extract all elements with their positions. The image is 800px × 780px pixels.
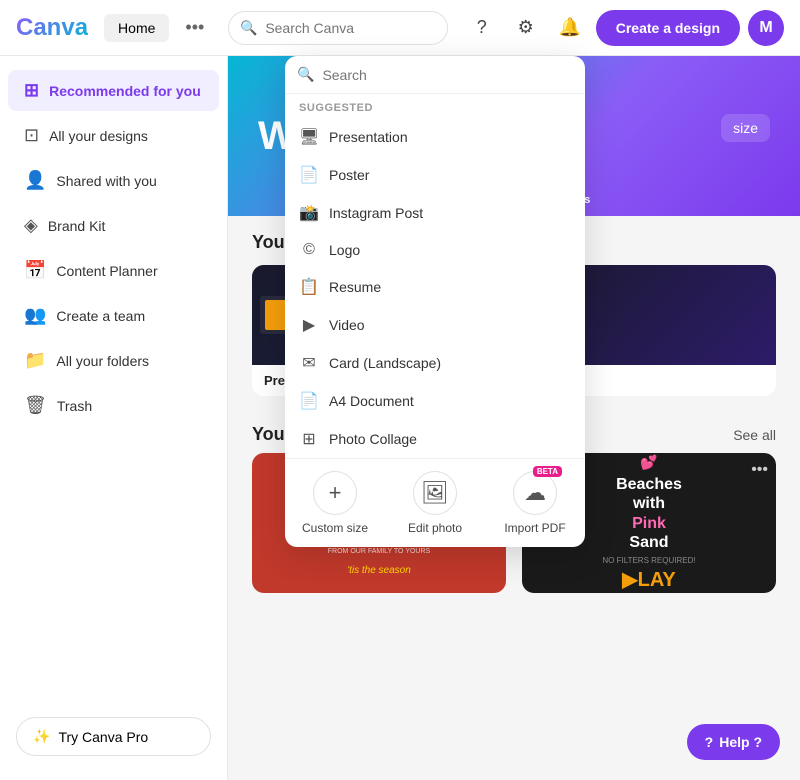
dropdown-search-icon: 🔍 bbox=[297, 66, 314, 83]
sidebar-item-trash[interactable]: 🗑 Trash bbox=[8, 385, 219, 426]
help-button[interactable]: ? Help ? bbox=[687, 724, 780, 760]
question-icon: ? bbox=[477, 17, 487, 38]
beta-badge: BETA bbox=[533, 466, 562, 477]
poster-icon: 📄 bbox=[299, 165, 319, 185]
sidebar-item-label: All your designs bbox=[49, 128, 148, 144]
a4-icon: 📄 bbox=[299, 391, 319, 411]
sidebar-item-recommended[interactable]: ⊞ Recommended for you bbox=[8, 70, 219, 111]
instagram-icon: 📸 bbox=[299, 203, 319, 223]
grid-icon: ⊡ bbox=[24, 125, 39, 146]
sidebar-item-label: Brand Kit bbox=[48, 218, 106, 234]
sidebar-item-label: Shared with you bbox=[56, 173, 156, 189]
sidebar-item-label: Trash bbox=[57, 398, 92, 414]
dropdown-item-a4[interactable]: 📄 A4 Document bbox=[285, 382, 585, 420]
try-pro-button[interactable]: ✨ Try Canva Pro bbox=[16, 717, 211, 756]
import-pdf-icon: ☁ BETA bbox=[513, 471, 557, 515]
logo-text: Canva bbox=[16, 14, 88, 42]
video-icon: ▶ bbox=[299, 315, 319, 335]
dropdown-item-label: Instagram Post bbox=[329, 205, 423, 221]
dropdown-item-presentation[interactable]: 🖥 Presentation bbox=[285, 118, 585, 156]
size-label: size bbox=[733, 120, 758, 136]
create-design-button[interactable]: Create a design bbox=[596, 10, 740, 46]
logo-icon: © bbox=[299, 241, 319, 259]
sidebar-item-label: All your folders bbox=[56, 353, 149, 369]
custom-size-icon: + bbox=[313, 471, 357, 515]
dropdown-item-label: Presentation bbox=[329, 129, 408, 145]
dropdown-item-card[interactable]: ✉ Card (Landscape) bbox=[285, 344, 585, 382]
star-icon: ✨ bbox=[33, 728, 50, 745]
dropdown-search-area: 🔍 bbox=[285, 56, 585, 94]
user-icon: 👤 bbox=[24, 170, 46, 191]
sidebar-item-label: Create a team bbox=[56, 308, 145, 324]
sidebar-item-label: Content Planner bbox=[56, 263, 157, 279]
dropdown-item-label: Photo Collage bbox=[329, 431, 417, 447]
custom-size-label: Custom size bbox=[302, 521, 368, 535]
dropdown-item-label: Video bbox=[329, 317, 365, 333]
see-all-link[interactable]: See all bbox=[733, 427, 776, 443]
search-icon: 🔍 bbox=[240, 19, 257, 36]
custom-size-action[interactable]: + Custom size bbox=[285, 459, 385, 547]
edit-photo-action[interactable]: 🖼 Edit photo bbox=[385, 459, 485, 547]
gift-button[interactable]: 🔔 bbox=[552, 10, 588, 46]
dropdown-actions: + Custom size 🖼 Edit photo ☁ BETA Import… bbox=[285, 458, 585, 547]
help-icon-button[interactable]: ? bbox=[464, 10, 500, 46]
more-button[interactable]: ••• bbox=[177, 13, 212, 42]
header: Canva Home ••• 🔍 ? ⚙ 🔔 Create a design M bbox=[0, 0, 800, 56]
home-button[interactable]: Home bbox=[104, 14, 169, 42]
dropdown-item-video[interactable]: ▶ Video bbox=[285, 306, 585, 344]
brand-icon: ◈ bbox=[24, 215, 38, 236]
sidebar-item-brand[interactable]: ◈ Brand Kit bbox=[8, 205, 219, 246]
trash-icon: 🗑 bbox=[24, 395, 47, 416]
sidebar-item-folders[interactable]: 📁 All your folders bbox=[8, 340, 219, 381]
sidebar-item-all-designs[interactable]: ⊡ All your designs bbox=[8, 115, 219, 156]
dropdown-item-label: Card (Landscape) bbox=[329, 355, 441, 371]
card-icon: ✉ bbox=[299, 353, 319, 373]
dropdown-item-logo[interactable]: © Logo bbox=[285, 232, 585, 268]
more-options-icon[interactable]: ••• bbox=[751, 461, 768, 479]
dropdown-item-label: Logo bbox=[329, 242, 360, 258]
edit-photo-icon: 🖼 bbox=[413, 471, 457, 515]
sidebar-item-shared[interactable]: 👤 Shared with you bbox=[8, 160, 219, 201]
team-icon: 👥 bbox=[24, 305, 46, 326]
dropdown-item-instagram[interactable]: 📸 Instagram Post bbox=[285, 194, 585, 232]
header-icons: ? ⚙ 🔔 Create a design M bbox=[464, 10, 784, 46]
try-pro-label: Try Canva Pro bbox=[58, 729, 148, 745]
dropdown-search-input[interactable] bbox=[322, 67, 573, 83]
import-pdf-label: Import PDF bbox=[504, 521, 565, 535]
logo: Canva bbox=[16, 14, 88, 42]
presentation-icon: 🖥 bbox=[299, 127, 319, 147]
resume-icon: 📋 bbox=[299, 277, 319, 297]
dropdown-item-poster[interactable]: 📄 Poster bbox=[285, 156, 585, 194]
folder-icon: 📁 bbox=[24, 350, 46, 371]
help-icon: ? bbox=[705, 734, 714, 750]
import-pdf-action[interactable]: ☁ BETA Import PDF bbox=[485, 459, 585, 547]
avatar[interactable]: M bbox=[748, 10, 784, 46]
home-icon: ⊞ bbox=[24, 80, 39, 101]
dropdown-item-label: A4 Document bbox=[329, 393, 414, 409]
collage-icon: ⊞ bbox=[299, 429, 319, 449]
search-dropdown: 🔍 Suggested 🖥 Presentation 📄 Poster 📸 In… bbox=[285, 56, 585, 547]
gift-icon: 🔔 bbox=[559, 17, 581, 38]
dropdown-item-label: Poster bbox=[329, 167, 369, 183]
calendar-icon: 📅 bbox=[24, 260, 46, 281]
search-input[interactable] bbox=[228, 11, 447, 45]
help-label: Help ? bbox=[719, 734, 762, 750]
edit-photo-label: Edit photo bbox=[408, 521, 462, 535]
settings-button[interactable]: ⚙ bbox=[508, 10, 544, 46]
sidebar: ⊞ Recommended for you ⊡ All your designs… bbox=[0, 56, 228, 780]
sidebar-item-team[interactable]: 👥 Create a team bbox=[8, 295, 219, 336]
gear-icon: ⚙ bbox=[518, 17, 534, 38]
dropdown-item-label: Resume bbox=[329, 279, 381, 295]
sidebar-item-label: Recommended for you bbox=[49, 83, 201, 99]
sidebar-item-planner[interactable]: 📅 Content Planner bbox=[8, 250, 219, 291]
dropdown-item-resume[interactable]: 📋 Resume bbox=[285, 268, 585, 306]
dropdown-section-label: Suggested bbox=[285, 94, 585, 118]
dropdown-item-collage[interactable]: ⊞ Photo Collage bbox=[285, 420, 585, 458]
search-container: 🔍 bbox=[228, 11, 447, 45]
